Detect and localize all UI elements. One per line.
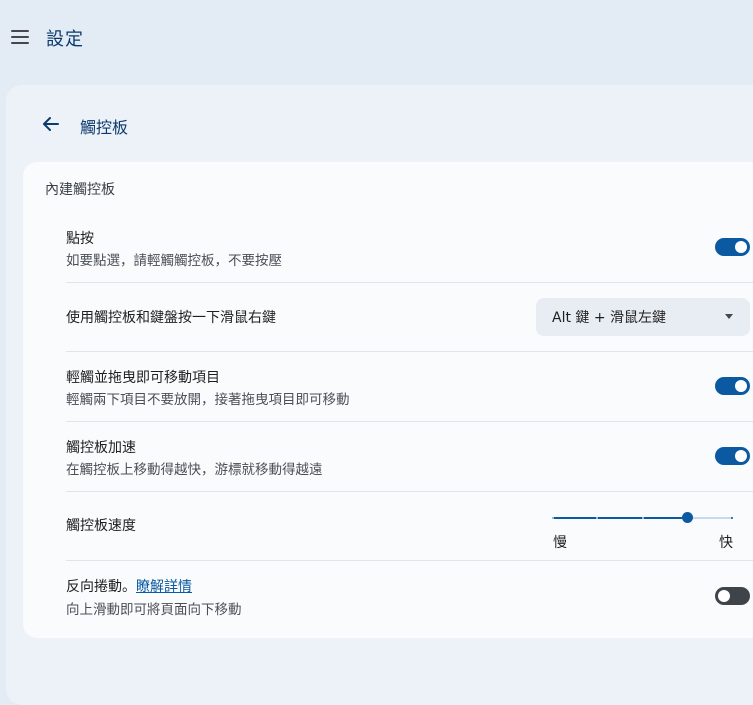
acceleration-row: 觸控板加速 在觸控板上移動得越快，游標就移動得越遠 [66, 436, 753, 480]
caret-down-icon [725, 314, 733, 319]
section-title: 內建觸控板 [45, 182, 115, 198]
slider-tick [596, 517, 598, 519]
page-title: 觸控板 [80, 118, 129, 137]
toggle-knob [735, 380, 747, 392]
reverse-scroll-text: 反向捲動。 [66, 579, 136, 595]
slider-min-label: 慢 [553, 535, 567, 551]
divider [66, 282, 753, 283]
learn-more-link[interactable]: 瞭解詳情 [136, 579, 192, 595]
tap-drag-description: 輕觸兩下項目不要放開，接著拖曳項目即可移動 [66, 392, 350, 408]
reverse-scroll-label: 反向捲動。瞭解詳情 [66, 576, 192, 596]
secondary-click-label: 使用觸控板和鍵盤按一下滑鼠右鍵 [66, 310, 276, 326]
divider [66, 491, 753, 492]
slider-tick [642, 517, 644, 519]
tap-drag-toggle[interactable] [715, 377, 750, 395]
secondary-click-dropdown[interactable]: Alt 鍵 + 滑鼠左鍵 [536, 298, 750, 336]
toggle-knob [735, 241, 747, 253]
tap-to-click-description: 如要點選，請輕觸觸控板，不要按壓 [66, 253, 282, 269]
acceleration-toggle[interactable] [715, 447, 750, 465]
toggle-knob [718, 590, 730, 602]
tap-drag-row: 輕觸並拖曳即可移動項目 輕觸兩下項目不要放開，接著拖曳項目即可移動 [66, 366, 753, 410]
tap-drag-label: 輕觸並拖曳即可移動項目 [66, 370, 220, 386]
tap-to-click-label: 點按 [66, 231, 94, 247]
hamburger-menu-icon[interactable] [9, 26, 31, 48]
toggle-knob [735, 450, 747, 462]
acceleration-description: 在觸控板上移動得越快，游標就移動得越遠 [66, 462, 323, 478]
reverse-scroll-row: 反向捲動。瞭解詳情 向上滑動即可將頁面向下移動 [66, 575, 753, 619]
speed-label: 觸控板速度 [66, 518, 136, 534]
divider [66, 351, 753, 352]
slider-tick [552, 517, 554, 519]
slider-thumb[interactable] [682, 512, 693, 523]
divider [66, 560, 753, 561]
speed-slider[interactable] [552, 510, 735, 526]
app-title: 設定 [46, 29, 84, 50]
top-app-bar: 設定 [0, 0, 753, 75]
reverse-scroll-toggle[interactable] [715, 587, 750, 605]
slider-tick [731, 517, 733, 519]
acceleration-label: 觸控板加速 [66, 440, 136, 456]
reverse-scroll-description: 向上滑動即可將頁面向下移動 [66, 602, 242, 618]
tap-to-click-row: 點按 如要點選，請輕觸觸控板，不要按壓 [66, 227, 753, 271]
slider-max-label: 快 [719, 535, 733, 551]
arrow-left-icon[interactable] [38, 112, 64, 136]
dropdown-selected-value: Alt 鍵 + 滑鼠左鍵 [552, 310, 667, 326]
tap-to-click-toggle[interactable] [715, 238, 750, 256]
slider-track-active [552, 517, 687, 519]
divider [66, 421, 753, 422]
